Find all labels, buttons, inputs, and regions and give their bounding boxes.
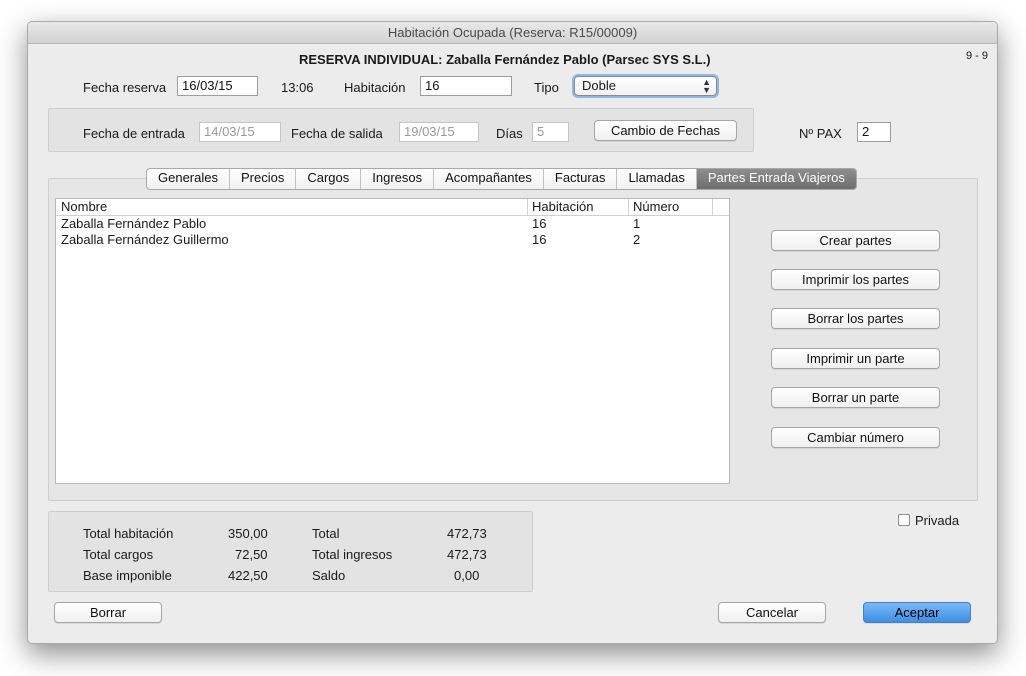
column-divider [712,199,713,215]
total-value: 472,73 [447,526,487,541]
hora-reserva: 13:06 [281,80,314,95]
borrar-los-partes-button[interactable]: Borrar los partes [771,308,940,329]
habitacion-label: Habitación [344,80,406,95]
saldo-value: 0,00 [454,568,480,583]
borrar-un-parte-button[interactable]: Borrar un parte [771,387,940,408]
cell-habitacion: 16 [532,216,547,231]
cambiar-numero-button[interactable]: Cambiar número [771,427,940,448]
tab-llamadas[interactable]: Llamadas [617,169,697,189]
table-row[interactable]: Zaballa Fernández Guillermo 16 2 [56,232,729,248]
total-habitacion-label: Total habitación [83,526,174,541]
table-header: Nombre Habitación Número [56,199,729,216]
tab-cargos[interactable]: Cargos [296,169,362,189]
dias-field: 5 [532,122,569,142]
column-header-numero[interactable]: Número [628,199,679,215]
table-row[interactable]: Zaballa Fernández Pablo 16 1 [56,216,729,232]
column-header-habitacion[interactable]: Habitación [527,199,593,215]
borrar-button[interactable]: Borrar [54,602,162,623]
fecha-entrada-label: Fecha de entrada [83,126,185,141]
pax-field[interactable]: 2 [857,122,891,142]
total-cargos-label: Total cargos [83,547,154,562]
imprimir-los-partes-button[interactable]: Imprimir los partes [771,269,940,290]
record-counter: 9 - 9 [966,50,989,62]
tab-precios[interactable]: Precios [230,169,297,189]
fecha-salida-label: Fecha de salida [291,126,383,141]
privada-label: Privada [915,513,960,528]
saldo-label: Saldo [312,568,346,583]
tipo-selected-value: Doble [582,78,616,93]
imprimir-un-parte-button[interactable]: Imprimir un parte [771,348,940,369]
column-header-nombre[interactable]: Nombre [61,199,107,215]
cell-numero: 2 [633,232,641,247]
privada-checkbox[interactable] [898,514,910,526]
reservation-window: Habitación Ocupada (Reserva: R15/00009) … [27,21,998,644]
tipo-select[interactable]: Doble ▲ ▼ [574,76,717,96]
habitacion-field[interactable]: 16 [420,76,512,96]
window-title: Habitación Ocupada (Reserva: R15/00009) [28,22,997,44]
base-imponible-label: Base imponible [83,568,172,583]
cell-numero: 1 [633,216,641,231]
cell-nombre: Zaballa Fernández Guillermo [61,232,229,247]
total-ingresos-value: 472,73 [447,547,487,562]
total-label: Total [312,526,340,541]
tab-bar: Generales Precios Cargos Ingresos Acompa… [146,168,857,190]
fecha-salida-field: 19/03/15 [399,122,479,142]
cancelar-button[interactable]: Cancelar [718,602,826,623]
aceptar-button[interactable]: Aceptar [863,602,971,623]
fecha-entrada-field: 14/03/15 [199,122,281,142]
reservation-heading: RESERVA INDIVIDUAL: Zaballa Fernández Pa… [299,52,711,67]
tab-generales[interactable]: Generales [147,169,230,189]
cell-habitacion: 16 [532,232,547,247]
tab-partes-entrada-viajeros[interactable]: Partes Entrada Viajeros [696,169,856,189]
total-habitacion-value: 350,00 [228,526,268,541]
total-ingresos-label: Total ingresos [312,547,393,562]
tab-facturas[interactable]: Facturas [544,169,618,189]
pax-label: Nº PAX [799,126,842,141]
cambio-fechas-button[interactable]: Cambio de Fechas [594,120,737,141]
tab-ingresos[interactable]: Ingresos [361,169,435,189]
total-cargos-value: 72,50 [235,547,268,562]
crear-partes-button[interactable]: Crear partes [771,230,940,251]
fecha-reserva-field[interactable]: 16/03/15 [177,76,258,96]
fecha-reserva-label: Fecha reserva [83,80,167,95]
base-imponible-value: 422,50 [228,568,268,583]
cell-nombre: Zaballa Fernández Pablo [61,216,207,231]
partes-table[interactable]: Nombre Habitación Número Zaballa Fernánd… [55,198,730,484]
dias-label: Días [496,126,523,141]
tab-acompanantes[interactable]: Acompañantes [434,169,544,189]
select-arrows-icon: ▲ ▼ [702,77,711,95]
tipo-label: Tipo [534,80,559,95]
